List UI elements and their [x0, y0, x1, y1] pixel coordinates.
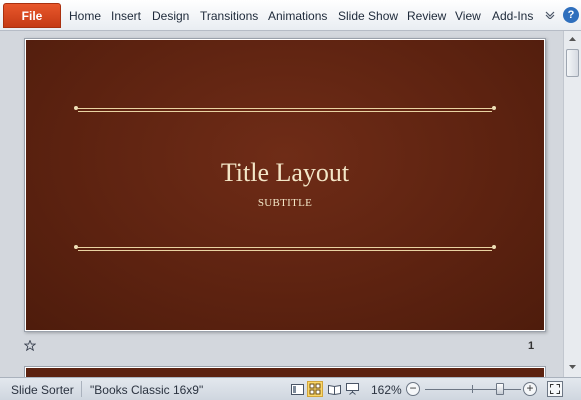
ribbon-tab-bar: File Home Insert Design Transitions Anim…	[0, 0, 581, 31]
transition-star-icon[interactable]	[23, 339, 37, 354]
slide-number: 1	[528, 340, 535, 352]
slide-show-icon[interactable]	[344, 381, 360, 397]
slide-title: Title Layout	[220, 158, 350, 187]
slide-sorter-view-icon[interactable]	[307, 381, 323, 397]
zoom-slider-thumb[interactable]	[496, 383, 504, 395]
slide-thumbnail[interactable]: Title Layout SUBTITLE	[24, 38, 546, 332]
slide-subtitle: SUBTITLE	[257, 197, 313, 209]
tab-home[interactable]: Home	[69, 9, 101, 23]
tab-slide-show[interactable]: Slide Show	[338, 9, 398, 23]
status-divider	[81, 381, 82, 397]
zoom-out-icon[interactable]: −	[406, 382, 420, 396]
theme-name[interactable]: "Books Classic 16x9"	[90, 383, 203, 397]
file-tab[interactable]: File	[3, 3, 61, 28]
slide-canvas: Title Layout SUBTITLE	[26, 40, 544, 330]
fit-to-window-icon[interactable]	[547, 381, 563, 397]
tab-view[interactable]: View	[455, 9, 481, 23]
tab-insert[interactable]: Insert	[111, 9, 141, 23]
scrollbar-thumb[interactable]	[566, 49, 579, 77]
scroll-up-icon[interactable]	[566, 33, 579, 45]
current-view-label: Slide Sorter	[11, 383, 74, 397]
slide-sorter-pane: Title Layout SUBTITLE 1	[0, 31, 563, 377]
tab-add-ins[interactable]: Add-Ins	[492, 9, 533, 23]
zoom-slider-center-mark	[472, 385, 473, 393]
tab-animations[interactable]: Animations	[268, 9, 327, 23]
tab-review[interactable]: Review	[407, 9, 446, 23]
zoom-in-icon[interactable]: +	[523, 382, 537, 396]
help-icon[interactable]: ?	[563, 7, 579, 23]
decorative-rule-top	[74, 106, 496, 112]
tab-transitions[interactable]: Transitions	[200, 9, 258, 23]
chevron-down-icon[interactable]	[542, 7, 558, 23]
reading-view-icon[interactable]	[326, 381, 342, 397]
zoom-slider-track[interactable]	[425, 389, 521, 390]
tab-design[interactable]: Design	[152, 9, 189, 23]
scroll-down-icon[interactable]	[566, 361, 579, 373]
next-slide-thumbnail[interactable]	[24, 366, 546, 377]
status-bar: Slide Sorter "Books Classic 16x9" 162% −…	[0, 377, 581, 400]
decorative-rule-bottom	[74, 245, 496, 251]
zoom-level[interactable]: 162%	[371, 383, 402, 397]
next-slide-canvas	[26, 368, 544, 377]
vertical-scrollbar[interactable]	[563, 31, 581, 377]
normal-view-icon[interactable]	[289, 381, 305, 397]
